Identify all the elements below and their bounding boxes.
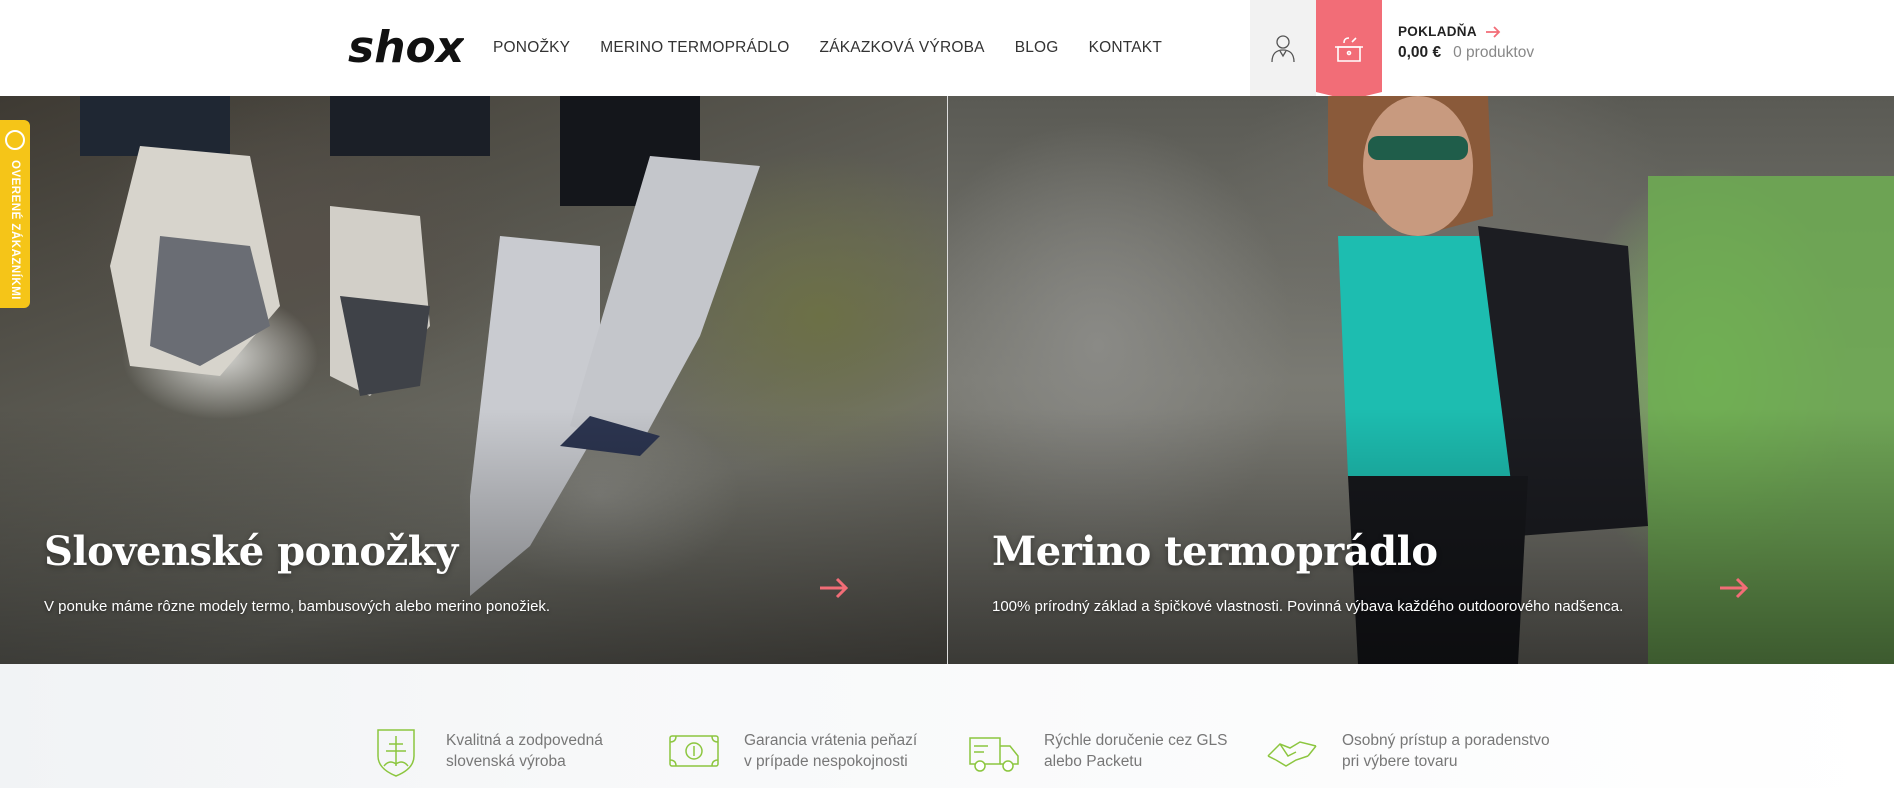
cart-title-label: POKLADŇA <box>1398 24 1477 39</box>
nav-item-blog[interactable]: BLOG <box>1015 39 1059 57</box>
cart-pot-icon <box>1335 37 1363 62</box>
cart-price: 0,00 € <box>1398 44 1442 61</box>
cart-summary[interactable]: POKLADŇA 0,00 € 0 produktov <box>1398 24 1534 62</box>
cart-count: 0 produktov <box>1453 44 1535 61</box>
reviews-badge[interactable]: OVERENÉ ZÁKAZNÍKMI <box>0 120 30 308</box>
features-bar: Kvalitná a zodpovedná slovenská výroba G… <box>0 664 1894 788</box>
panel-shade <box>0 96 947 664</box>
logo-text: shox <box>348 22 464 72</box>
verified-badge-icon <box>5 130 25 150</box>
cart-title: POKLADŇA <box>1398 24 1534 39</box>
account-button[interactable] <box>1250 0 1316 96</box>
hero-subtitle-socks: V ponuke máme rôzne modely termo, bambus… <box>44 598 551 615</box>
hero-banners: Slovenské ponožky V ponuke máme rôzne mo… <box>0 96 1894 664</box>
feature-line: Osobný prístup a poradenstvo <box>1342 732 1550 749</box>
slovak-emblem-icon <box>377 729 415 777</box>
feature-line: Rýchle doručenie cez GLS <box>1044 732 1228 749</box>
panel-shade <box>948 96 1894 664</box>
arrow-right-icon <box>820 577 849 599</box>
feature-line: alebo Packetu <box>1044 753 1143 770</box>
nav-item-ponozky[interactable]: PONOŽKY <box>493 39 570 57</box>
feature-line: slovenská výroba <box>446 753 566 770</box>
arrow-right-icon <box>1485 25 1501 38</box>
feature-line: Kvalitná a zodpovedná <box>446 732 603 749</box>
money-icon <box>669 735 719 767</box>
delivery-truck-icon <box>969 737 1019 772</box>
feature-line: Garancia vrátenia peňazí <box>744 732 918 749</box>
nav-item-merino[interactable]: MERINO TERMOPRÁDLO <box>600 39 789 57</box>
user-icon <box>1271 35 1295 63</box>
hero-subtitle-merino: 100% prírodný základ a špičkové vlastnos… <box>992 598 1624 615</box>
hero-banner-socks[interactable]: Slovenské ponožky V ponuke máme rôzne mo… <box>0 96 947 664</box>
reviews-badge-label: OVERENÉ ZÁKAZNÍKMI <box>9 160 21 300</box>
nav-item-zakazkova[interactable]: ZÁKAZKOVÁ VÝROBA <box>820 39 985 57</box>
hero-title-socks: Slovenské ponožky <box>44 528 458 575</box>
feature-line: v prípade nespokojnosti <box>744 753 908 770</box>
site-header: shox PONOŽKY MERINO TERMOPRÁDLO ZÁKAZKOV… <box>0 0 1894 100</box>
hero-banner-merino[interactable]: Merino termoprádlo 100% prírodný základ … <box>947 96 1894 664</box>
shox-logo[interactable]: shox <box>346 20 466 73</box>
main-nav: PONOŽKY MERINO TERMOPRÁDLO ZÁKAZKOVÁ VÝR… <box>493 0 1162 96</box>
feature-item: Osobný prístup a poradenstvo pri výbere … <box>1266 726 1550 782</box>
feature-line: pri výbere tovaru <box>1342 753 1458 770</box>
hero-title-merino: Merino termoprádlo <box>992 528 1438 575</box>
arrow-right-icon <box>1720 577 1749 599</box>
feature-item: Garancia vrátenia peňazí v prípade nespo… <box>668 726 917 782</box>
cart-button[interactable] <box>1316 0 1382 100</box>
feature-item: Kvalitná a zodpovedná slovenská výroba <box>370 726 603 782</box>
handshake-icon <box>1267 741 1317 767</box>
feature-item: Rýchle doručenie cez GLS alebo Packetu <box>968 726 1228 782</box>
nav-item-kontakt[interactable]: KONTAKT <box>1089 39 1162 57</box>
